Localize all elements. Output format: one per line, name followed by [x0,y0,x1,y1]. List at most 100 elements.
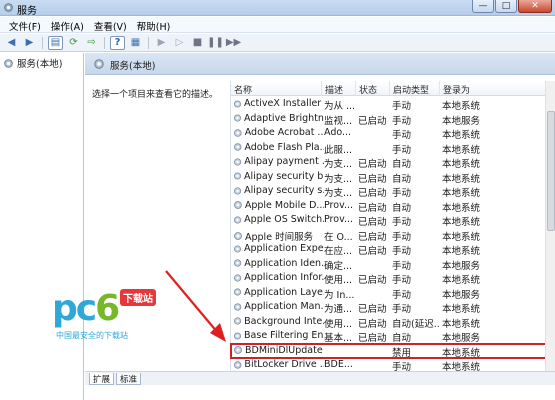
pane-title: 服务(本地) [110,61,156,72]
service-startup: 自动 [392,333,412,344]
maximize-button[interactable]: □ [495,0,517,13]
close-button[interactable]: ✕ [518,0,552,13]
service-startup: 手动 [392,144,412,156]
table-row[interactable]: Adobe Acrobat ... Ado... 手动 本地系统 [231,126,555,141]
column-header-startup[interactable]: 启动类型 [390,81,440,96]
table-row[interactable]: ActiveX Installer ...为从 ... 手动 本地系统 [231,97,555,112]
table-row[interactable]: Apple 时间服务在 O... 已启动 手动 本地系统 [231,228,555,243]
service-logon: 本地系统 [442,202,481,214]
description-prompt: 选择一个项目来查看它的描述。 [92,90,219,100]
column-header-state[interactable]: 状态 [356,81,390,96]
service-startup: 自动 [392,202,412,214]
start-alt-icon[interactable]: ▷ [172,36,187,50]
table-row[interactable]: Application Expe... 在应... 已启动 手动 本地系统 [231,242,555,257]
service-desc: 在应... [324,246,353,257]
forward-arrow-icon[interactable]: ▶ [22,36,37,50]
service-startup: 禁用 [392,347,412,359]
watermark-subtitle: 中国最安全的下载站 [56,331,128,340]
table-row[interactable]: Base Filtering En... 基本... 已启动 自动 本地服务 [231,329,555,344]
service-startup: 自动(延迟... [392,318,440,330]
service-state: 已启动 [358,202,387,214]
column-header-desc[interactable]: 描述 [322,81,356,96]
service-logon: 本地系统 [442,159,481,170]
vertical-scrollbar[interactable] [545,81,555,371]
stop-icon[interactable]: ■ [190,36,205,50]
service-desc: 为支... [324,173,353,185]
service-logon: 本地系统 [442,188,481,199]
service-logon: 本地服务 [442,333,481,344]
service-logon: 本地系统 [442,173,481,185]
service-startup: 手动 [392,130,412,141]
service-state: 已启动 [358,246,387,257]
service-state: 已启动 [358,333,387,344]
service-logon: 本地系统 [442,130,481,141]
service-startup: 自动 [392,159,412,170]
service-desc: 此服... [324,144,353,156]
service-startup: 手动 [392,289,412,301]
show-hide-tree-icon[interactable]: ▤ [48,35,63,50]
service-desc: BDE... [324,359,353,370]
table-row[interactable]: Application Laye... 为 In... 手动 本地服务 [231,286,555,301]
menu-action[interactable]: 操作(A) [46,17,89,33]
table-row[interactable]: Adobe Flash Pla... 此服... 手动 本地系统 [231,141,555,156]
table-row[interactable]: Application Infor... 使用... 已启动 手动 本地系统 [231,271,555,286]
toolbar: ◀ ▶ ▤ ⟳ ⇨ ? ▦ ▶ ▷ ■ ❚❚ ▶▶ [0,34,555,52]
service-gear-icon [233,317,242,325]
menu-file[interactable]: 文件(F) [4,17,46,33]
service-name: Adobe Acrobat ... [244,127,324,138]
properties-icon[interactable]: ▦ [128,36,143,50]
table-row[interactable]: Background Inte... 使用... 已启动 自动(延迟... 本地系统 [231,315,555,330]
service-startup: 手动 [392,304,412,315]
service-desc: 为支... [324,188,353,199]
table-row[interactable]: Alipay payment ... 为支... 已启动 自动 本地系统 [231,155,555,170]
table-row[interactable]: Alipay security b... 为支... 已启动 自动 本地系统 [231,170,555,185]
service-gear-icon [233,244,242,253]
table-row[interactable]: Application Iden... 确定... 手动 本地服务 [231,257,555,272]
service-logon: 本地系统 [442,246,481,257]
refresh-icon[interactable]: ⟳ [66,36,81,50]
start-icon[interactable]: ▶ [154,36,169,50]
scrollbar-thumb[interactable] [547,111,555,231]
service-desc: 确定... [324,260,353,272]
title-bar: 服务 — □ ✕ [0,0,555,17]
tree-item-local-services[interactable]: 服务(本地) [3,56,62,70]
service-startup: 自动 [392,173,412,185]
service-gear-icon [234,231,242,240]
service-desc: 监视... [324,115,353,127]
table-row[interactable]: Application Man... 为通... 已启动 手动 本地系统 [231,300,555,315]
watermark-brand: pc6 [52,288,120,329]
window-title: 服务 [17,6,37,17]
column-header-name[interactable]: 名称 [231,81,322,96]
export-icon[interactable]: ⇨ [84,36,99,50]
tab-standard[interactable]: 标准 [116,373,142,385]
service-gear-icon [233,157,242,166]
menu-help[interactable]: 帮助(H) [132,17,176,33]
service-startup: 手动 [392,115,412,127]
table-row[interactable]: Apple Mobile D... Prov... 已启动 自动 本地系统 [231,199,555,214]
service-state: 已启动 [358,318,387,330]
service-startup: 手动 [392,217,412,228]
service-startup: 手动 [392,188,412,199]
menu-view[interactable]: 查看(V) [89,17,132,33]
table-row-highlighted[interactable]: BDMiniDlUpdate 禁用 本地系统 [230,342,555,359]
service-desc: 使用... [324,318,353,330]
service-desc: Prov... [324,214,354,225]
help-icon[interactable]: ? [110,35,125,50]
pause-icon[interactable]: ❚❚ [207,36,224,50]
service-gear-icon [234,302,242,311]
service-state: 已启动 [358,115,387,127]
restart-icon[interactable]: ▶▶ [226,36,241,50]
service-logon: 本地服务 [442,289,481,301]
back-arrow-icon[interactable]: ◀ [4,36,19,50]
table-row[interactable]: Alipay security s... 为支... 已启动 手动 本地系统 [231,184,555,199]
watermark-tag: 下载站 [120,289,156,306]
services-gear-icon [4,3,13,12]
watermark-logo: pc6 下载站 中国最安全的下载站 [52,288,192,343]
table-row[interactable]: Apple OS Switch... Prov... 已启动 手动 本地系统 [231,213,555,228]
column-header-logon[interactable]: 登录为 [440,81,546,96]
service-name: Application Laye... [244,286,324,298]
table-row[interactable]: Adaptive Brightn...监视... 已启动手动 本地服务 [231,112,555,127]
tab-extended[interactable]: 扩展 [89,373,115,385]
minimize-button[interactable]: — [472,0,494,13]
service-startup: 手动 [392,246,412,257]
